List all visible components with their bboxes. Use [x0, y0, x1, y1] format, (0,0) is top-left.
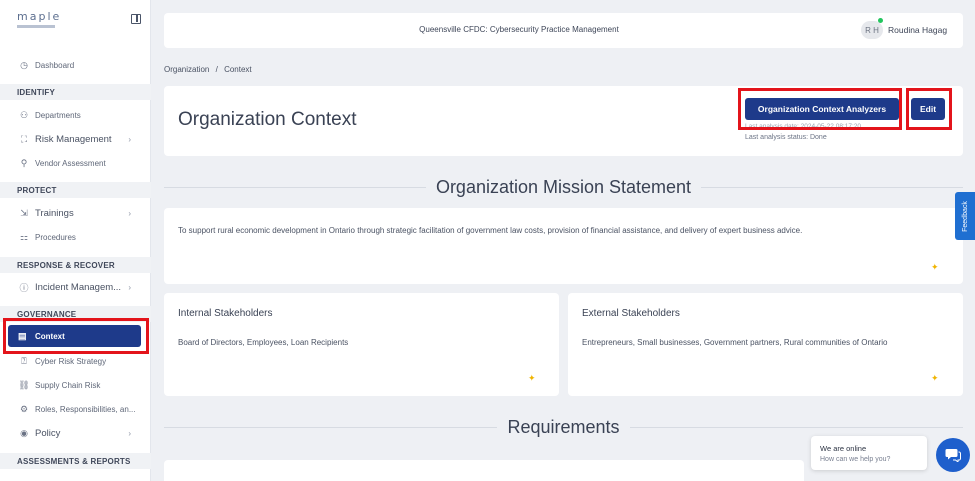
edit-button[interactable]: Edit: [911, 98, 945, 120]
mission-heading: Organization Mission Statement: [425, 176, 702, 198]
page-title: Organization Context: [178, 109, 357, 130]
sidebar-item-label: Dashboard: [35, 60, 75, 70]
sidebar-item-label: Trainings: [35, 207, 74, 219]
roles-icon: ⚙: [19, 403, 29, 414]
mission-heading-row: Organization Mission Statement: [164, 176, 963, 198]
internal-stakeholders-card: Internal Stakeholders Board of Directors…: [164, 293, 559, 396]
ai-sparkle-icon[interactable]: ✦: [931, 262, 939, 273]
supply-chain-icon: ⛓: [18, 379, 30, 390]
sidebar: maple ◷ Dashboard IDENTIFY ⚇ Departments…: [0, 0, 151, 481]
vendor-icon: ⚲: [20, 157, 28, 168]
brand-logo[interactable]: maple: [17, 10, 61, 28]
sidebar-item-label: Policy: [35, 427, 61, 439]
sidebar-item-cyber-risk-strategy[interactable]: ⍰ Cyber Risk Strategy: [0, 350, 151, 372]
org-chart-icon: ⚇: [19, 109, 29, 120]
section-governance: GOVERNANCE: [0, 306, 151, 322]
chevron-right-icon: ›: [128, 208, 131, 218]
requirements-heading-row: Requirements: [164, 416, 963, 438]
sidebar-item-label: Context: [35, 331, 65, 341]
ai-sparkle-icon[interactable]: ✦: [931, 373, 939, 384]
header-title: Queensville CFDC: Cybersecurity Practice…: [419, 25, 619, 34]
sidebar-item-label: Supply Chain Risk: [35, 380, 101, 390]
sidebar-item-policy[interactable]: ◉ Policy ›: [0, 422, 151, 444]
breadcrumb-current: Context: [224, 65, 252, 74]
title-card: Organization Context Last analysis date:…: [164, 86, 963, 156]
user-name[interactable]: Roudina Hagag: [888, 25, 947, 35]
brand-tagline-bar: [17, 25, 55, 28]
external-stakeholders-text: Entrepreneurs, Small businesses, Governm…: [582, 338, 888, 347]
chat-bubble[interactable]: We are online How can we help you?: [811, 436, 927, 470]
internal-stakeholders-title: Internal Stakeholders: [178, 308, 273, 319]
breadcrumb-parent[interactable]: Organization: [164, 65, 209, 74]
online-status-dot: [878, 18, 883, 23]
external-stakeholders-title: External Stakeholders: [582, 308, 680, 319]
sidebar-item-supply-chain-risk[interactable]: ⛓ Supply Chain Risk: [0, 374, 151, 396]
avatar[interactable]: R H: [861, 21, 883, 39]
sidebar-item-label: Roles, Responsibilities, an...: [35, 404, 136, 414]
last-analysis-status: Last analysis status: Done: [745, 134, 827, 141]
sidebar-item-label: Cyber Risk Strategy: [35, 356, 107, 366]
chevron-right-icon: ›: [128, 282, 131, 292]
sidebar-collapse-icon[interactable]: [131, 14, 141, 24]
top-header: Queensville CFDC: Cybersecurity Practice…: [164, 13, 963, 48]
external-stakeholders-card: External Stakeholders Entrepreneurs, Sma…: [568, 293, 963, 396]
sidebar-item-label: Procedures: [35, 232, 76, 242]
section-protect: PROTECT: [0, 182, 151, 198]
document-icon: ▤: [18, 330, 27, 341]
dashboard-icon: ◷: [20, 59, 28, 70]
sidebar-item-departments[interactable]: ⚇ Departments: [0, 104, 151, 126]
mission-card: To support rural economic development in…: [164, 208, 963, 284]
sidebar-item-label: Incident Managem...: [35, 281, 122, 293]
chevron-right-icon: ›: [128, 134, 131, 144]
chat-launcher-button[interactable]: [936, 438, 970, 472]
brand-name: maple: [17, 10, 62, 23]
strategy-icon: ⍰: [21, 355, 27, 366]
sidebar-item-trainings[interactable]: ⇲ Trainings ›: [0, 202, 151, 224]
sidebar-item-vendor-assessment[interactable]: ⚲ Vendor Assessment: [0, 152, 151, 174]
section-identify: IDENTIFY: [0, 84, 151, 100]
sidebar-item-procedures[interactable]: ⚏ Procedures: [0, 226, 151, 248]
last-analysis-date: Last analysis date: 2024-05-22 08:17:20: [745, 123, 862, 130]
sidebar-item-roles[interactable]: ⚙ Roles, Responsibilities, an...: [0, 398, 151, 420]
ai-sparkle-icon[interactable]: ✦: [528, 373, 536, 384]
feedback-tab[interactable]: Feedback: [955, 192, 975, 240]
section-assessments-reports: ASSESSMENTS & REPORTS: [0, 453, 151, 469]
mission-text: To support rural economic development in…: [178, 226, 803, 235]
chevron-right-icon: ›: [128, 428, 131, 438]
breadcrumb-separator: /: [215, 65, 218, 74]
sidebar-item-dashboard[interactable]: ◷ Dashboard: [0, 54, 151, 76]
chat-status: We are online: [820, 444, 867, 453]
breadcrumb: Organization / Context: [164, 65, 252, 74]
feedback-label: Feedback: [961, 200, 969, 232]
incident-icon: ⓘ: [19, 282, 29, 293]
requirements-heading: Requirements: [497, 416, 630, 438]
chat-icon: [945, 449, 961, 462]
internal-stakeholders-text: Board of Directors, Employees, Loan Reci…: [178, 338, 349, 347]
sidebar-item-context[interactable]: ▤ Context: [8, 325, 141, 347]
sidebar-item-label: Departments: [35, 110, 81, 120]
section-response-recover: RESPONSE & RECOVER: [0, 257, 151, 273]
sidebar-item-incident-management[interactable]: ⓘ Incident Managem... ›: [0, 276, 151, 298]
organization-context-analyzers-button[interactable]: Organization Context Analyzers: [745, 98, 899, 120]
sidebar-item-label: Risk Management: [35, 133, 112, 145]
training-icon: ⇲: [20, 207, 28, 218]
sidebar-item-risk-management[interactable]: ⛶ Risk Management ›: [0, 128, 151, 150]
risk-scan-icon: ⛶: [20, 133, 28, 144]
chat-prompt: How can we help you?: [820, 456, 891, 463]
policy-icon: ◉: [20, 427, 28, 438]
procedures-icon: ⚏: [19, 231, 29, 242]
sidebar-item-label: Vendor Assessment: [35, 158, 106, 168]
requirements-card: [164, 460, 804, 481]
